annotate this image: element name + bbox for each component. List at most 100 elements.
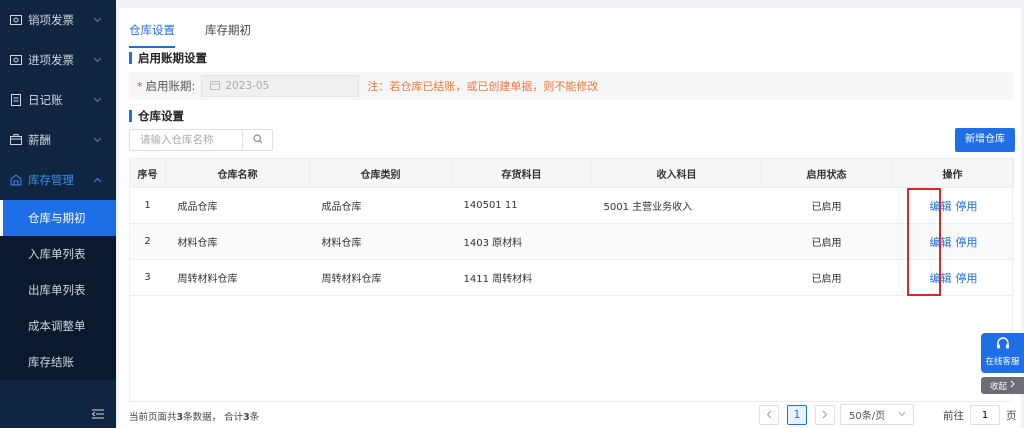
chevron-down-icon: [93, 53, 102, 66]
sidebar: 销项发票 进项发票 日记账 薪酬 库存管理 仓库与期初 入库单列表 出库单列表 …: [0, 0, 116, 428]
sidebar-item-salary[interactable]: 薪酬: [0, 120, 116, 160]
sidebar-item-label: 仓库与期初: [28, 211, 86, 225]
pagination: 1: [759, 404, 835, 426]
cell-income-account: [591, 223, 762, 260]
customer-service-label: 在线客服: [985, 357, 1020, 367]
cell-name: 成品仓库: [165, 187, 310, 224]
warehouse-table: 序号 仓库名称 仓库类别 存货科目 收入科目 启用状态 操作 1 成品仓库 成品…: [129, 158, 1014, 296]
sidebar-submenu: 仓库与期初 入库单列表 出库单列表 成本调整单 库存结账: [0, 200, 116, 380]
sidebar-item-label: 库存结账: [28, 355, 74, 369]
summary-mid: 条数据， 合计: [183, 412, 244, 423]
sidebar-item-outbound-list[interactable]: 出库单列表: [0, 272, 116, 308]
search-input[interactable]: [130, 130, 242, 150]
main-panel: 仓库设置 库存期初 启用账期设置 * 启用账期: 2023-05 注：若仓库已结…: [119, 8, 1021, 428]
col-header-inventory-account: 存货科目: [451, 158, 592, 188]
edit-link[interactable]: 编辑: [928, 198, 954, 214]
goto-prefix: 前往: [943, 409, 964, 422]
col-header-actions: 操作: [891, 158, 1014, 188]
collapse-menu-icon[interactable]: [91, 409, 104, 422]
period-section-title: 启用账期设置: [129, 52, 207, 64]
cell-index: 2: [129, 223, 166, 260]
sidebar-item-label: 入库单列表: [28, 247, 86, 261]
page-size-value: 50条/页: [849, 411, 886, 422]
sidebar-item-inbound-list[interactable]: 入库单列表: [0, 236, 116, 272]
chevron-down-icon: [93, 93, 102, 106]
sidebar-item-purchase-invoice[interactable]: 进项发票: [0, 40, 116, 80]
edit-link[interactable]: 编辑: [928, 270, 954, 286]
col-header-income-account: 收入科目: [591, 158, 762, 188]
next-page-button[interactable]: [815, 405, 835, 425]
table-row: 1 成品仓库 成品仓库 140501 11 5001 主营业务收入 已启用 编辑…: [129, 187, 1014, 224]
new-warehouse-button[interactable]: 新增仓库: [955, 128, 1015, 152]
page-number-current[interactable]: 1: [787, 405, 807, 425]
page-summary: 当前页面共3条数据， 合计3条: [129, 409, 259, 423]
period-date-input[interactable]: 2023-05: [201, 75, 360, 97]
summary-prefix: 当前页面共: [129, 412, 177, 423]
chevron-down-icon: [93, 13, 102, 26]
chevron-down-icon: [93, 133, 102, 146]
tab-inventory-opening[interactable]: 库存期初: [205, 18, 251, 48]
headset-icon: [981, 336, 1024, 355]
table-header-row: 序号 仓库名称 仓库类别 存货科目 收入科目 启用状态 操作: [129, 158, 1014, 188]
period-row: * 启用账期: 2023-05 注：若仓库已结账，或已创建单据，则不能修改: [129, 72, 1013, 100]
disable-link[interactable]: 停用: [956, 270, 978, 286]
cell-status: 已启用: [761, 187, 892, 224]
cell-inventory-account: 1403 原材料: [451, 223, 592, 260]
chevron-down-icon: [898, 409, 906, 420]
customer-service-button[interactable]: 在线客服: [981, 333, 1024, 373]
table-row: 2 材料仓库 材料仓库 1403 原材料 已启用 编辑 停用: [129, 223, 1014, 260]
chevron-up-icon: [93, 173, 102, 186]
collapse-label: 收起: [989, 381, 1007, 392]
warehouse-section-title: 仓库设置: [129, 110, 184, 122]
page-size-select[interactable]: 50条/页: [840, 404, 914, 425]
collapse-widget-button[interactable]: 收起: [981, 377, 1024, 394]
cell-category: 成品仓库: [309, 187, 452, 224]
salary-icon: [9, 133, 23, 147]
sidebar-item-sales-invoice[interactable]: 销项发票: [0, 0, 116, 40]
cell-actions: 编辑 停用: [891, 223, 1014, 260]
sidebar-item-inventory-closing[interactable]: 库存结账: [0, 344, 116, 380]
col-header-status: 启用状态: [761, 158, 892, 188]
sidebar-item-journal[interactable]: 日记账: [0, 80, 116, 120]
cell-actions: 编辑 停用: [891, 187, 1014, 224]
sidebar-item-label: 进项发票: [28, 53, 74, 67]
sidebar-item-label: 薪酬: [28, 133, 51, 147]
cell-category: 材料仓库: [309, 223, 452, 260]
cell-inventory-account: 140501 11: [451, 187, 592, 224]
col-header-name: 仓库名称: [165, 158, 310, 188]
invoice-icon: [9, 13, 23, 27]
chevron-left-icon: [766, 409, 772, 422]
cell-index: 3: [129, 259, 166, 296]
required-mark: *: [137, 79, 143, 93]
disable-link[interactable]: 停用: [956, 234, 978, 250]
calendar-icon: [210, 80, 221, 93]
edit-link[interactable]: 编辑: [928, 234, 954, 250]
sidebar-item-label: 销项发票: [28, 13, 74, 27]
search-button[interactable]: [242, 130, 272, 150]
cell-name: 材料仓库: [165, 223, 310, 260]
cell-name: 周转材料仓库: [165, 259, 310, 296]
journal-icon: [9, 93, 23, 107]
table-row: 3 周转材料仓库 周转材料仓库 1411 周转材料 已启用 编辑 停用: [129, 259, 1014, 296]
cell-category: 周转材料仓库: [309, 259, 452, 296]
goto-page-input[interactable]: [970, 405, 1000, 425]
sidebar-item-label: 库存管理: [28, 173, 74, 187]
period-date-value: 2023-05: [225, 80, 270, 92]
tab-bar: 仓库设置 库存期初: [129, 18, 281, 48]
sidebar-footer: [0, 404, 116, 428]
sidebar-item-cost-adjust[interactable]: 成本调整单: [0, 308, 116, 344]
invoice-icon: [9, 53, 23, 67]
cell-inventory-account: 1411 周转材料: [451, 259, 592, 296]
chevron-right-icon: [1010, 380, 1015, 391]
chevron-right-icon: [822, 409, 828, 422]
sidebar-item-warehouse-opening[interactable]: 仓库与期初: [0, 200, 116, 236]
prev-page-button[interactable]: [759, 405, 779, 425]
sidebar-item-inventory[interactable]: 库存管理: [0, 160, 116, 200]
summary-suffix: 条: [249, 412, 260, 423]
period-note: 注：若仓库已结账，或已创建单据，则不能修改: [367, 80, 599, 93]
cell-status: 已启用: [761, 259, 892, 296]
tab-warehouse-settings[interactable]: 仓库设置: [129, 18, 175, 48]
goto-suffix: 页: [1006, 409, 1017, 422]
sidebar-item-label: 日记账: [28, 93, 63, 107]
disable-link[interactable]: 停用: [956, 198, 978, 214]
